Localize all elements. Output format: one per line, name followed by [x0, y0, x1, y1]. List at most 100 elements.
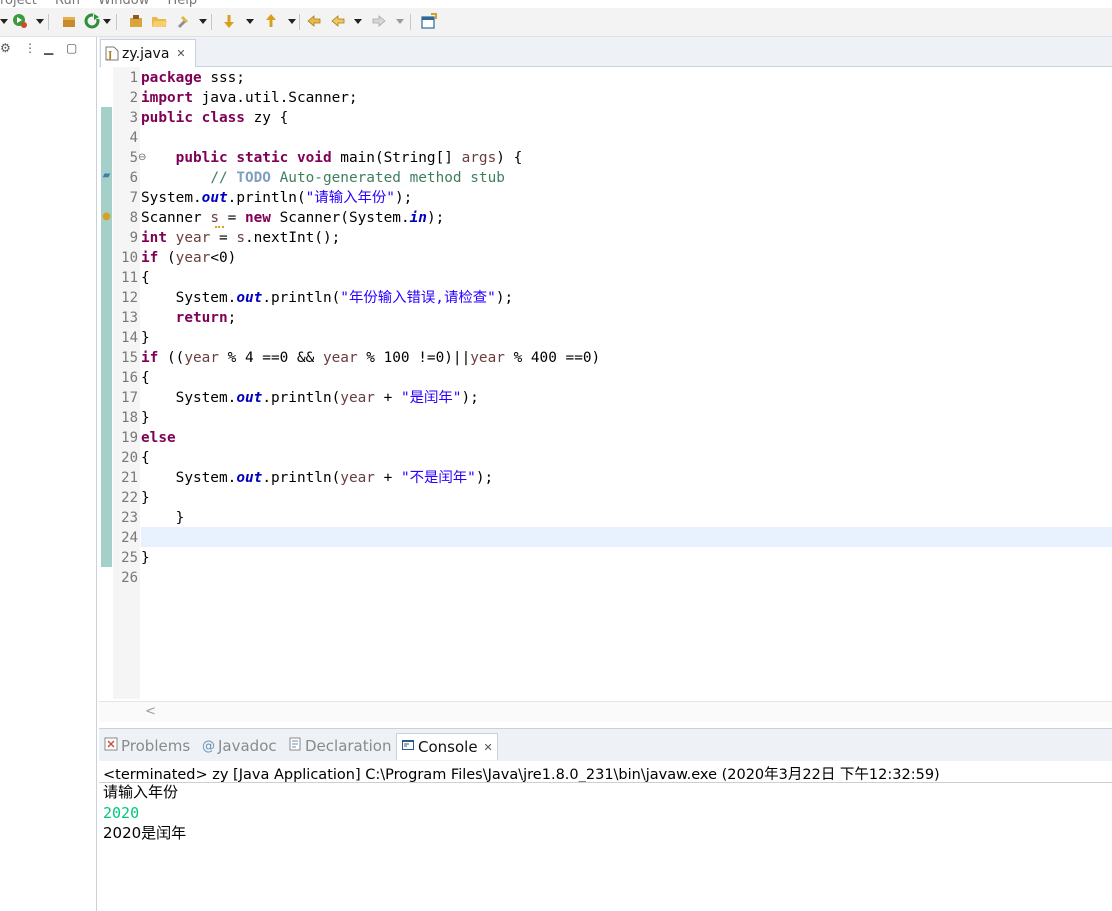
chevron-down-icon[interactable] [288, 19, 296, 24]
task-marker-icon[interactable]: ▰ [101, 169, 112, 183]
tab-declaration[interactable]: Declaration [288, 733, 391, 759]
chevron-down-icon[interactable] [199, 19, 207, 24]
toolbar-separator [116, 14, 117, 30]
refresh-icon[interactable] [84, 13, 100, 29]
console-output-line: 2020是闰年 [103, 824, 187, 842]
code-line[interactable]: import java.util.Scanner; [141, 88, 358, 108]
line-number: 2 [129, 90, 138, 106]
line-number: 4 [129, 130, 138, 146]
line-number: 25 [121, 550, 138, 566]
code-line[interactable]: if ((year % 4 ==0 && year % 100 !=0)||ye… [141, 348, 600, 368]
code-editor[interactable]: ▰ ● 1 2 3 4 5 ⊖ 6 7 8 9 10 11 12 13 14 15 16 17 18 19 20 21 22… [99, 67, 1112, 722]
code-line[interactable]: } [141, 508, 185, 528]
tab-problems[interactable]: Problems [104, 733, 190, 759]
line-number: 12 [121, 290, 138, 306]
close-icon[interactable]: ✕ [176, 47, 185, 60]
javadoc-icon: @ [202, 738, 215, 754]
previous-annotation-icon[interactable] [263, 13, 279, 29]
debug-icon[interactable] [128, 13, 144, 29]
menu-run[interactable]: Run [55, 0, 80, 8]
tab-javadoc[interactable]: @ Javadoc [202, 733, 277, 759]
console-view[interactable]: <terminated> zy [Java Application] C:\Pr… [99, 761, 1112, 911]
back-icon[interactable] [330, 13, 346, 29]
code-line[interactable]: System.out.println("年份输入错误,请检查"); [141, 288, 514, 308]
line-number: 24 [121, 530, 138, 546]
maximize-icon[interactable]: ▢ [66, 41, 77, 55]
code-line[interactable]: // TODO Auto-generated method stub [141, 168, 505, 188]
chevron-down-icon[interactable] [0, 19, 8, 24]
code-line[interactable]: public static void main(String[] args) { [141, 148, 523, 168]
line-number: 14 [121, 330, 138, 346]
chevron-down-icon[interactable] [396, 19, 404, 24]
new-package-icon[interactable] [61, 13, 77, 29]
tab-console[interactable]: Console ✕ [396, 733, 498, 760]
code-line[interactable]: int year = s.nextInt(); [141, 228, 340, 248]
code-line[interactable]: System.out.println(year + "不是闰年"); [141, 468, 494, 488]
menu-project[interactable]: roject [0, 0, 37, 8]
toolbar-separator [410, 14, 411, 30]
more-options-icon[interactable]: ⋮ [24, 41, 36, 55]
line-number: 21 [121, 470, 138, 486]
code-line[interactable]: { [141, 368, 150, 388]
warning-marker-icon[interactable]: ● [101, 210, 112, 224]
line-number: 1 [129, 70, 138, 86]
line-number: 8 [129, 210, 138, 226]
minimize-icon[interactable]: ▁ [44, 41, 53, 55]
pin-icon[interactable] [175, 13, 191, 29]
code-line[interactable]: if (year<0) [141, 248, 236, 268]
editor-tab-zy-java[interactable]: J zy.java ✕ [100, 39, 196, 67]
code-line[interactable]: else [141, 428, 176, 448]
line-number: 13 [121, 310, 138, 326]
code-line[interactable]: System.out.println(year + "是闰年"); [141, 388, 479, 408]
chevron-down-icon[interactable] [36, 19, 44, 24]
scroll-left-icon[interactable]: < [145, 704, 156, 719]
line-number: 19 [121, 430, 138, 446]
svg-text:J: J [107, 51, 112, 61]
close-icon[interactable]: ✕ [484, 741, 493, 754]
line-number: 17 [121, 390, 138, 406]
line-number: 7 [129, 190, 138, 206]
problems-icon [104, 737, 118, 755]
code-line[interactable]: Scanner s = new Scanner(System.in); [141, 208, 444, 228]
code-line[interactable]: } [141, 328, 150, 348]
code-line[interactable]: public class zy { [141, 108, 288, 128]
open-folder-icon[interactable] [151, 13, 167, 29]
forward-icon[interactable] [371, 13, 387, 29]
view-menu-icon[interactable]: ⚙ [0, 41, 11, 55]
editor-tab-bar: J zy.java ✕ [99, 37, 1112, 67]
bottom-panel-tab-bar: Problems @ Javadoc Declaration Console ✕ [99, 728, 1112, 762]
line-number: 16 [121, 370, 138, 386]
menu-help[interactable]: Help [168, 0, 198, 8]
open-perspective-icon[interactable] [421, 13, 437, 29]
horizontal-scrollbar[interactable]: < [99, 701, 1112, 722]
toolbar-separator [299, 14, 300, 30]
chevron-down-icon[interactable] [246, 19, 254, 24]
last-edit-icon[interactable] [306, 13, 322, 29]
line-number: 15 [121, 350, 138, 366]
console-status-label: <terminated> zy [Java Application] C:\Pr… [103, 767, 940, 783]
package-explorer-panel: ⚙ ⋮ ▁ ▢ [0, 37, 97, 911]
code-line[interactable]: package sss; [141, 68, 245, 88]
console-icon [401, 738, 415, 756]
code-line[interactable]: } [141, 488, 150, 508]
code-line[interactable]: return; [141, 308, 237, 328]
declaration-icon [288, 737, 302, 755]
java-file-icon: J [105, 46, 119, 61]
code-line[interactable]: { [141, 268, 150, 288]
code-line[interactable]: System.out.println("请输入年份"); [141, 188, 412, 208]
line-number: 3 [129, 110, 138, 126]
main-toolbar [0, 8, 1112, 37]
code-line[interactable]: { [141, 448, 150, 468]
line-number-ruler: 1 2 3 4 5 ⊖ 6 7 8 9 10 11 12 13 14 15 16 17 18 19 20 21 22 23 24… [113, 67, 146, 699]
menu-window[interactable]: Window [98, 0, 149, 8]
code-line[interactable]: } [141, 548, 150, 568]
line-number: 5 [129, 150, 138, 166]
code-text-area[interactable]: package sss; import java.util.Scanner; pub… [141, 67, 1112, 699]
menu-bar: roject Run Window Help [0, 0, 211, 8]
divider [99, 782, 1112, 783]
run-icon[interactable] [12, 13, 28, 29]
code-line[interactable]: } [141, 408, 150, 428]
chevron-down-icon[interactable] [354, 19, 362, 24]
chevron-down-icon[interactable] [103, 19, 111, 24]
next-annotation-icon[interactable] [221, 13, 237, 29]
